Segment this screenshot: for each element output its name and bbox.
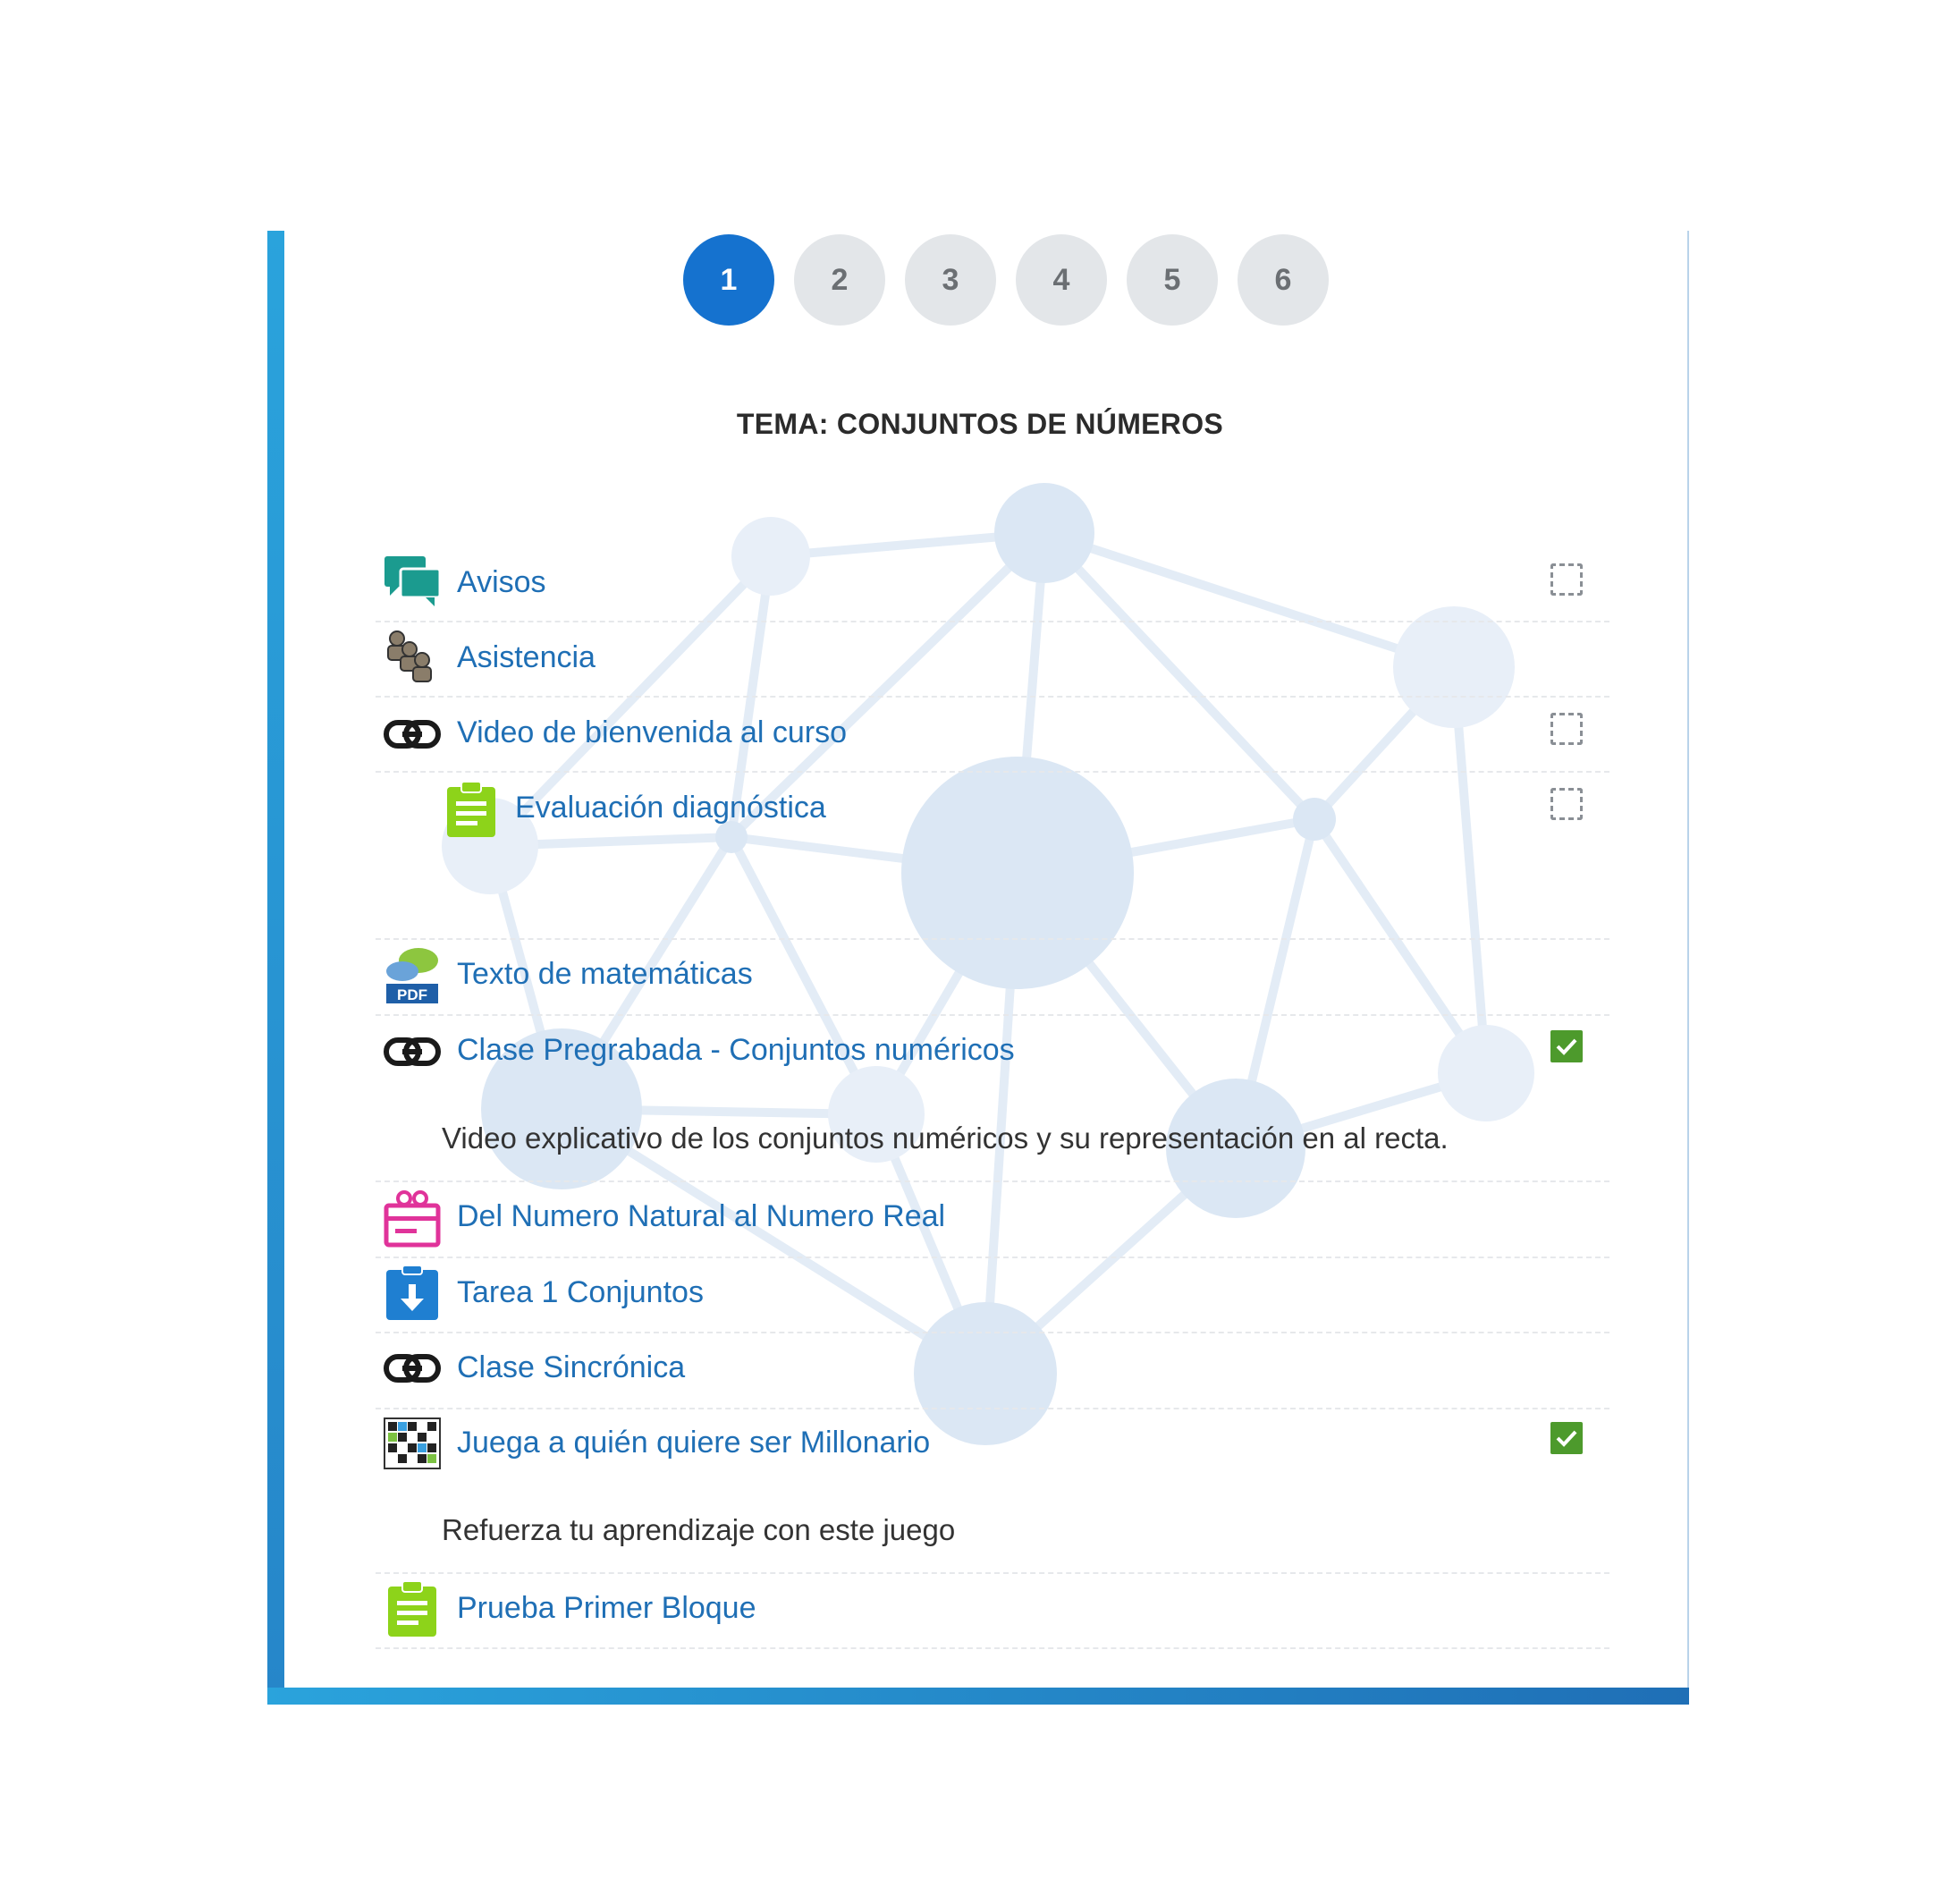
section-title: TEMA: CONJUNTOS DE NÚMEROS	[736, 408, 1224, 440]
activity-link-clase-sincronica[interactable]: Clase Sincrónica	[457, 1350, 685, 1385]
row-divider	[376, 1332, 1609, 1333]
activity-link-millonario[interactable]: Juega a quién quiere ser Millonario	[457, 1426, 930, 1460]
completion-checkbox-evaluacion-diagnostica[interactable]	[1550, 788, 1583, 820]
row-divider	[376, 621, 1609, 622]
card-right-border	[1687, 231, 1689, 1688]
card-left-accent-bar	[267, 231, 284, 1705]
activity-link-texto-matematicas[interactable]: Texto de matemáticas	[457, 957, 753, 992]
check-icon	[1556, 1038, 1577, 1055]
link-icon	[384, 1037, 441, 1066]
row-divider	[376, 1408, 1609, 1409]
page-button-2[interactable]: 2	[794, 234, 885, 326]
activity-description: Video explicativo de los conjuntos numér…	[442, 1121, 1449, 1155]
activity-link-clase-pregrabada[interactable]: Clase Pregrabada - Conjuntos numéricos	[457, 1033, 1015, 1068]
attendance-icon	[387, 630, 432, 682]
completion-checkbox-avisos[interactable]	[1550, 563, 1583, 596]
row-divider	[376, 696, 1609, 698]
assignment-icon	[386, 1265, 438, 1320]
row-divider	[376, 1180, 1609, 1182]
link-icon	[384, 1354, 441, 1383]
activity-description: Refuerza tu aprendizaje con este juego	[442, 1513, 956, 1546]
activity-link-evaluacion-diagnostica[interactable]: Evaluación diagnóstica	[515, 791, 826, 825]
activity-link-tarea-1[interactable]: Tarea 1 Conjuntos	[457, 1275, 704, 1310]
quiz-icon	[447, 781, 495, 837]
completion-checkbox-millonario[interactable]	[1550, 1422, 1583, 1454]
row-divider	[376, 1014, 1609, 1016]
row-divider	[376, 1572, 1609, 1574]
check-icon	[1556, 1430, 1577, 1447]
pdf-icon: PDF	[386, 948, 438, 1003]
activity-link-avisos[interactable]: Avisos	[457, 565, 546, 600]
row-divider	[376, 1257, 1609, 1258]
activity-link-prueba-primer-bloque[interactable]: Prueba Primer Bloque	[457, 1591, 756, 1626]
page-button-3[interactable]: 3	[905, 234, 996, 326]
page-button-5[interactable]: 5	[1127, 234, 1218, 326]
link-icon	[384, 720, 441, 749]
row-divider	[376, 1647, 1609, 1649]
forum-icon	[384, 556, 442, 606]
row-divider	[376, 771, 1609, 773]
page-button-4[interactable]: 4	[1016, 234, 1107, 326]
page-button-1[interactable]: 1	[683, 234, 774, 326]
page-button-6[interactable]: 6	[1238, 234, 1329, 326]
game-icon	[384, 1417, 441, 1469]
activity-link-asistencia[interactable]: Asistencia	[457, 640, 596, 675]
completion-checkbox-video-bienvenida[interactable]	[1550, 713, 1583, 745]
gift-lesson-icon	[384, 1190, 441, 1248]
section-pagination: 1 2 3 4 5 6	[0, 234, 1960, 327]
row-divider	[376, 938, 1609, 940]
svg-text:PDF: PDF	[397, 986, 427, 1003]
activity-link-video-bienvenida[interactable]: Video de bienvenida al curso	[457, 715, 847, 750]
quiz-icon	[388, 1580, 436, 1637]
activity-link-numero-natural-real[interactable]: Del Numero Natural al Numero Real	[457, 1199, 945, 1234]
card-bottom-accent-bar	[267, 1688, 1689, 1705]
completion-checkbox-clase-pregrabada[interactable]	[1550, 1030, 1583, 1062]
